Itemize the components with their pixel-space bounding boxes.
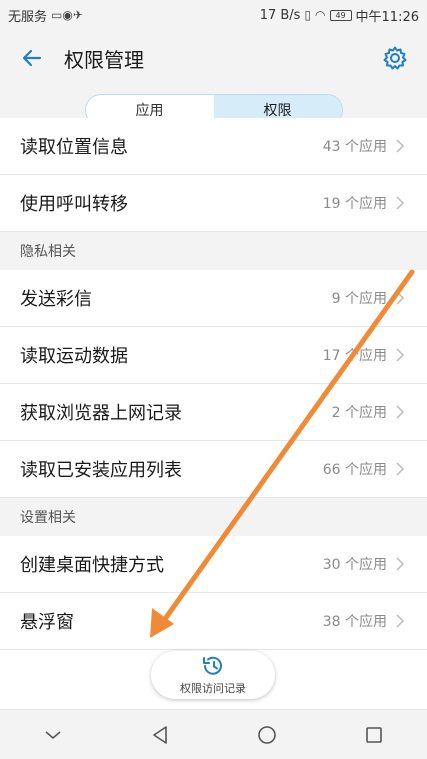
permission-label: 获取浏览器上网记录 xyxy=(20,403,182,424)
arrow-left-icon xyxy=(22,49,42,67)
permission-label: 读取运动数据 xyxy=(20,346,128,367)
app-bar: 权限管理 xyxy=(0,30,427,86)
page-title: 权限管理 xyxy=(64,47,144,72)
list-item[interactable]: 读取运动数据 17 个应用 xyxy=(0,327,427,384)
permission-history-button[interactable]: 权限访问记录 xyxy=(151,651,275,699)
permission-label: 读取位置信息 xyxy=(20,137,128,158)
chevron-right-icon xyxy=(395,138,409,154)
chevron-right-icon xyxy=(395,556,409,572)
app-count: 17 个应用 xyxy=(322,348,387,364)
chevron-right-icon xyxy=(395,195,409,211)
vibrate-icon: ▯ xyxy=(304,8,312,22)
app-count: 38 个应用 xyxy=(322,614,387,630)
nav-back-button[interactable] xyxy=(130,710,190,759)
permission-label: 创建桌面快捷方式 xyxy=(20,555,164,576)
history-clock-icon xyxy=(203,656,222,675)
permission-label: 读取已安装应用列表 xyxy=(20,460,182,481)
chevron-right-icon xyxy=(395,290,409,306)
app-count: 43 个应用 xyxy=(322,139,387,155)
app-count: 2 个应用 xyxy=(331,405,387,421)
list-item[interactable]: 获取浏览器上网记录 2 个应用 xyxy=(0,384,427,441)
list-item[interactable]: 读取位置信息 43 个应用 xyxy=(0,118,427,175)
battery-level: 49 xyxy=(335,10,346,20)
permission-label: 悬浮窗 xyxy=(20,612,74,633)
app-count: 30 个应用 xyxy=(322,557,387,573)
chevron-right-icon xyxy=(395,347,409,363)
chevron-right-icon xyxy=(395,613,409,629)
chevron-right-icon xyxy=(395,461,409,477)
permission-list: 读取位置信息 43 个应用 使用呼叫转移 19 个应用 隐私相关 发送彩信 9 … xyxy=(0,118,427,650)
recents-square-icon xyxy=(365,726,382,743)
collapse-button[interactable] xyxy=(23,710,83,759)
nav-home-button[interactable] xyxy=(237,710,297,759)
gear-icon xyxy=(383,46,407,70)
back-button[interactable] xyxy=(0,30,64,86)
list-item[interactable]: 创建桌面快捷方式 30 个应用 xyxy=(0,536,427,593)
section-header-privacy: 隐私相关 xyxy=(0,232,427,270)
network-speed: 17 B/s xyxy=(259,7,301,23)
section-header-settings: 设置相关 xyxy=(0,498,427,536)
list-item[interactable]: 使用呼叫转移 19 个应用 xyxy=(0,175,427,232)
home-circle-icon xyxy=(258,725,276,744)
system-nav-bar xyxy=(0,709,427,759)
app-count: 66 个应用 xyxy=(322,462,387,478)
permission-label: 发送彩信 xyxy=(20,289,92,310)
permission-label: 使用呼叫转移 xyxy=(20,194,128,215)
clock: 中午11:26 xyxy=(355,9,419,25)
status-bar: 无服务 ▭◉✈ 17 B/s ▯ ◠ 49 中午11:26 xyxy=(0,0,427,30)
back-triangle-icon xyxy=(153,725,167,744)
permission-history-label: 权限访问记录 xyxy=(180,682,246,695)
app-count: 19 个应用 xyxy=(322,196,387,212)
app-count: 9 个应用 xyxy=(331,291,387,307)
battery-icon: 49 xyxy=(329,9,352,21)
list-item[interactable]: 读取已安装应用列表 66 个应用 xyxy=(0,441,427,498)
settings-button[interactable] xyxy=(363,30,427,86)
nav-recents-button[interactable] xyxy=(344,710,404,759)
notification-icons: ▭◉✈ xyxy=(51,8,83,22)
carrier-text: 无服务 xyxy=(8,9,48,25)
list-item[interactable]: 发送彩信 9 个应用 xyxy=(0,270,427,327)
collapse-chevron-icon xyxy=(45,730,61,739)
chevron-right-icon xyxy=(395,404,409,420)
list-item[interactable]: 悬浮窗 38 个应用 xyxy=(0,593,427,650)
wifi-icon: ◠ xyxy=(315,8,326,22)
